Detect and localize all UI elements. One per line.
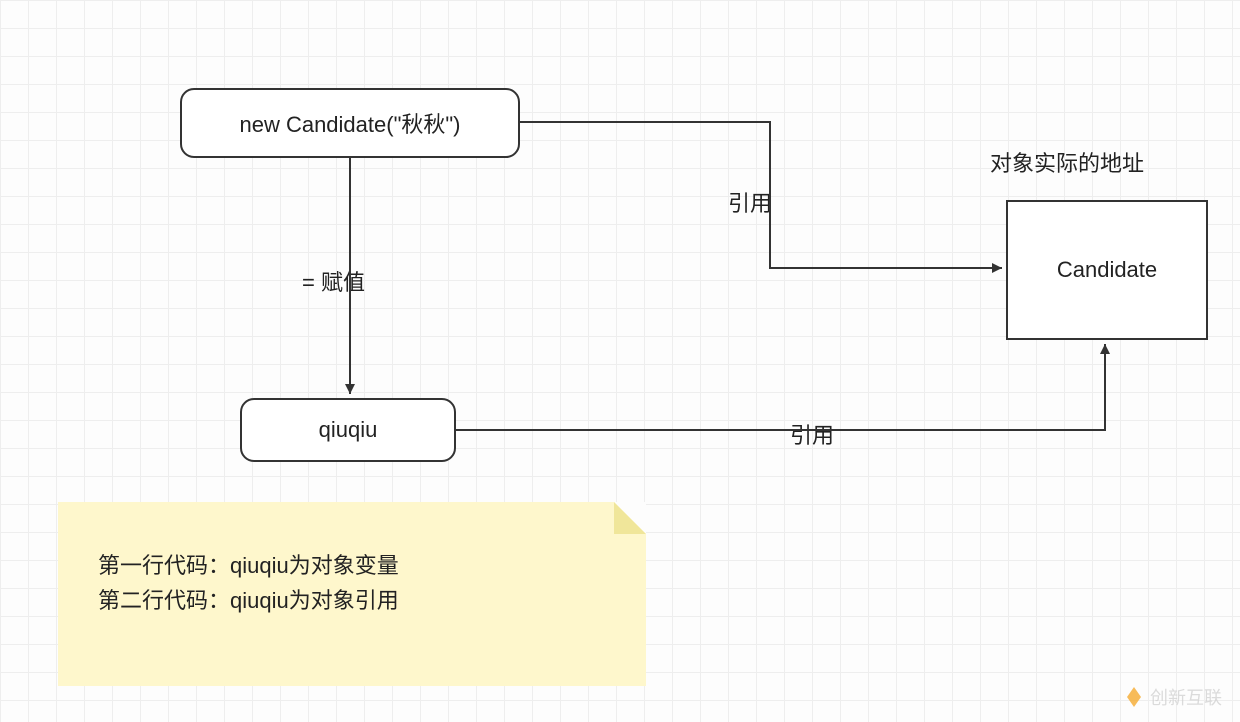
watermark-logo-icon: [1124, 687, 1144, 707]
label-address-title: 对象实际的地址: [990, 146, 1144, 178]
node-qiuqiu: qiuqiu: [240, 398, 456, 462]
node-new-candidate: new Candidate("秋秋"): [180, 88, 520, 158]
note-line-2: 第二行代码：qiuqiu为对象引用: [98, 583, 606, 618]
watermark: 创新互联: [1124, 684, 1222, 710]
edge-ref-bottom: [456, 344, 1105, 430]
watermark-text: 创新互联: [1150, 684, 1222, 710]
node-new-candidate-text: new Candidate("秋秋"): [239, 107, 460, 139]
label-ref-top: 引用: [728, 186, 772, 218]
node-qiuqiu-text: qiuqiu: [319, 417, 378, 443]
note-line-1: 第一行代码：qiuqiu为对象变量: [98, 548, 606, 583]
label-ref-bottom: 引用: [790, 418, 834, 450]
node-candidate-object: Candidate: [1006, 200, 1208, 340]
sticky-note: 第一行代码：qiuqiu为对象变量 第二行代码：qiuqiu为对象引用: [58, 502, 646, 686]
node-candidate-text: Candidate: [1057, 257, 1157, 283]
label-assign: = 赋值: [302, 265, 365, 297]
